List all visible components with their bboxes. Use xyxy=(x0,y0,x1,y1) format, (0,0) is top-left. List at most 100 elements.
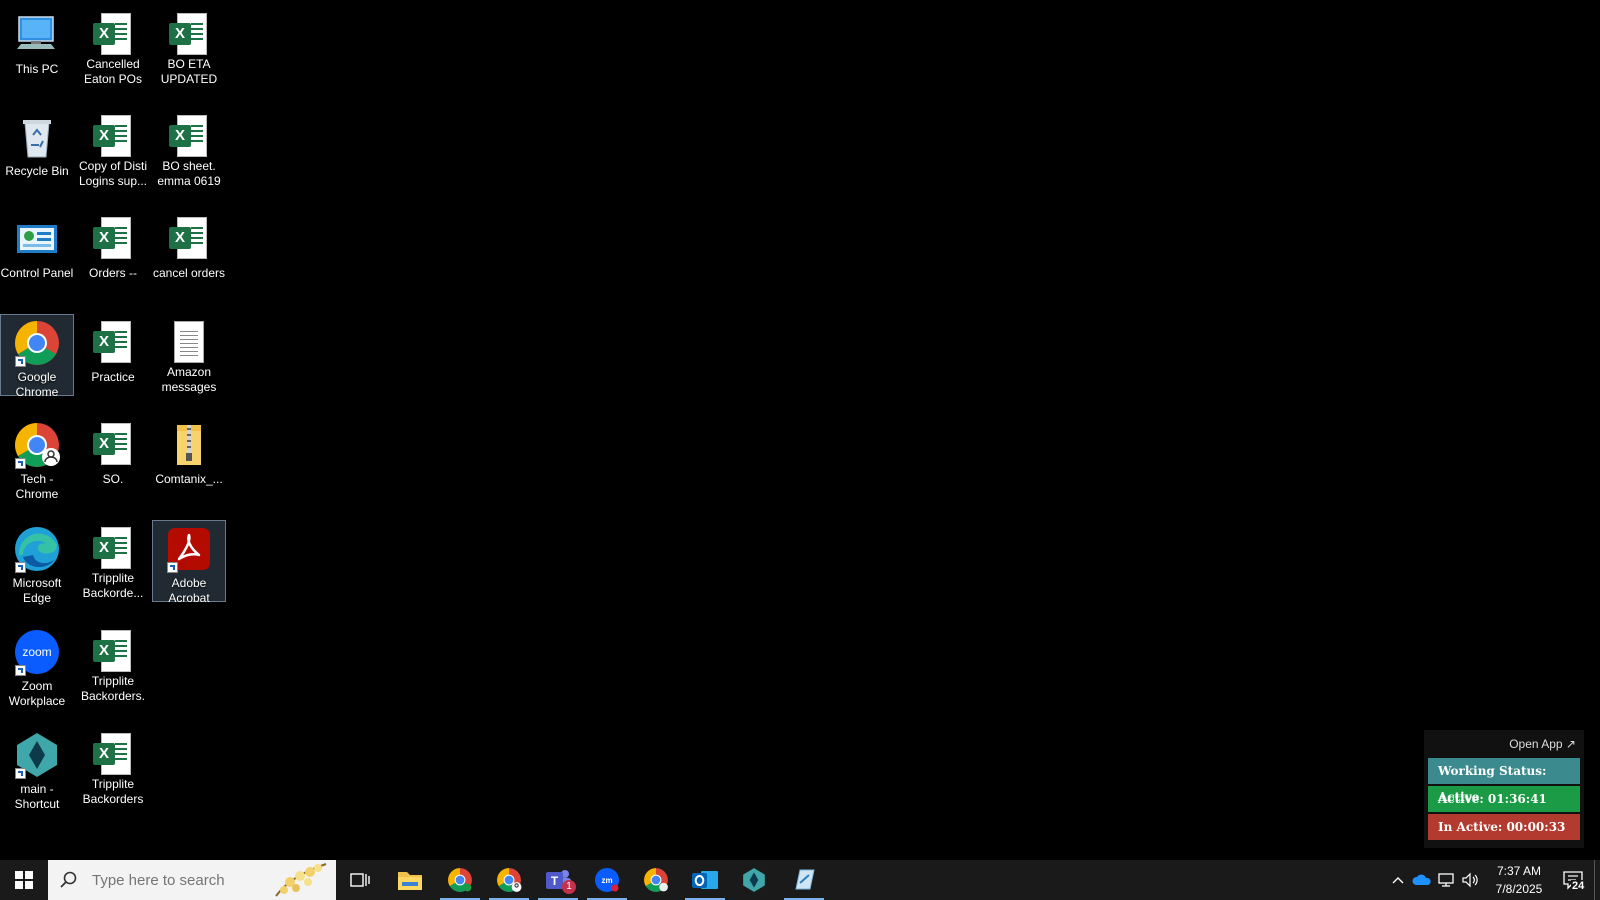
excel-file-icon: X xyxy=(89,215,137,263)
excel-file-icon: X xyxy=(89,525,137,569)
onedrive-icon xyxy=(1412,874,1431,885)
desktop-icon-orders[interactable]: X Orders -- xyxy=(76,210,150,292)
desktop-icon-label: Google Chrome xyxy=(15,370,59,399)
desktop-icon-comtanix[interactable]: Comtanix_... xyxy=(152,416,226,498)
desktop-icon-label: BO sheet. emma 0619 xyxy=(157,159,221,188)
desktop-icon-bo-eta-updated[interactable]: X BO ETA UPDATED xyxy=(152,6,226,88)
desktop-icon-label: Control Panel xyxy=(0,266,74,280)
shortcut-arrow-icon xyxy=(15,665,26,676)
excel-file-icon: X xyxy=(165,113,213,157)
desktop-icon-label: SO. xyxy=(102,472,124,486)
desktop-icon-recycle-bin[interactable]: Recycle Bin xyxy=(0,108,74,190)
desktop-icon-cancelled-eaton-pos[interactable]: X Cancelled Eaton POs xyxy=(76,6,150,88)
svg-text:T: T xyxy=(551,874,559,888)
volume-tray-button[interactable] xyxy=(1458,860,1482,900)
desktop-icon-tripplite-backorde[interactable]: X Tripplite Backorde... xyxy=(76,520,150,602)
taskbar-search-box[interactable] xyxy=(48,860,336,900)
start-button[interactable] xyxy=(0,860,48,900)
chrome-profile-icon xyxy=(13,421,61,469)
desktop-icon-label: Tech - Chrome xyxy=(15,472,59,501)
network-icon xyxy=(1438,873,1454,887)
chrome-profile-icon xyxy=(497,868,522,892)
taskbar-outlook[interactable] xyxy=(681,860,729,900)
desktop-icon-label: Adobe Acrobat xyxy=(168,576,210,605)
excel-file-icon: X xyxy=(89,628,137,672)
excel-file-icon: X xyxy=(89,319,137,367)
desktop-icon-label: Orders -- xyxy=(89,266,137,280)
taskbar-snipping-tool[interactable] xyxy=(780,860,828,900)
shortcut-arrow-icon xyxy=(167,562,178,573)
desktop-icon-this-pc[interactable]: This PC xyxy=(0,6,74,88)
desktop-icon-label: cancel orders xyxy=(152,266,226,280)
chrome-icon xyxy=(448,868,472,892)
excel-file-icon: X xyxy=(89,113,137,157)
computer-icon xyxy=(13,11,61,59)
show-desktop-button[interactable] xyxy=(1594,860,1600,900)
desktop-icon-tech-chrome[interactable]: Tech - Chrome xyxy=(0,416,74,501)
excel-file-icon: X xyxy=(89,11,137,55)
desktop-icon-bo-sheet-emma[interactable]: X BO sheet. emma 0619 xyxy=(152,108,226,190)
open-app-link[interactable]: Open App ↗ xyxy=(1428,734,1580,756)
desktop-icon-microsoft-edge[interactable]: Microsoft Edge xyxy=(0,520,74,605)
desktop-icon-label: This PC xyxy=(15,62,59,76)
desktop-icon-tripplite-backorders[interactable]: X Tripplite Backorders xyxy=(76,726,150,808)
notification-count-badge: 24 xyxy=(1571,880,1586,892)
desktop-icon-tripplite-backorders-dot[interactable]: X Tripplite Backorders. xyxy=(76,623,150,705)
desktop-icon-control-panel[interactable]: Control Panel xyxy=(0,210,74,292)
action-center-button[interactable]: 24 xyxy=(1556,860,1590,900)
desktop-icon-google-chrome[interactable]: Google Chrome xyxy=(0,314,74,399)
snipping-tool-icon xyxy=(795,869,815,890)
desktop-icon-cancel-orders[interactable]: X cancel orders xyxy=(152,210,226,292)
inactive-time-bar: In Active: 00:00:33 xyxy=(1428,814,1580,840)
working-status-bar: Working Status: Active xyxy=(1428,758,1580,804)
taskbar-main-app[interactable] xyxy=(730,860,778,900)
onedrive-tray-button[interactable] xyxy=(1410,860,1434,900)
svg-text:zoom: zoom xyxy=(22,645,51,659)
taskbar-file-explorer[interactable] xyxy=(386,860,434,900)
chrome-icon xyxy=(13,319,61,367)
taskbar-teams[interactable]: T 1 xyxy=(534,860,582,900)
desktop-icon-adobe-acrobat[interactable]: Adobe Acrobat xyxy=(152,520,226,605)
network-tray-button[interactable] xyxy=(1434,860,1458,900)
zoom-icon: zm xyxy=(595,868,619,892)
speaker-icon xyxy=(1462,872,1478,888)
file-explorer-icon xyxy=(398,872,422,890)
time-tracker-widget: Open App ↗ Working Status: Active Active… xyxy=(1424,730,1584,848)
svg-text:zm: zm xyxy=(601,876,612,885)
active-time-bar: Active: 01:36:41 xyxy=(1428,786,1580,812)
desktop-icon-amazon-messages[interactable]: Amazon messages xyxy=(152,314,226,396)
taskbar: T 1 zm 7:37 AM 7/8/2025 24 xyxy=(0,860,1600,900)
taskbar-chrome-alt[interactable] xyxy=(632,860,680,900)
text-file-icon xyxy=(165,319,213,363)
chrome-icon xyxy=(644,868,668,892)
excel-file-icon: X xyxy=(165,215,213,263)
search-icon xyxy=(60,871,77,888)
taskbar-chrome[interactable] xyxy=(436,860,484,900)
windows-icon xyxy=(15,871,33,889)
desktop-icon-label: Practice xyxy=(91,370,135,384)
clock-time: 7:37 AM xyxy=(1496,864,1542,878)
clock-date: 7/8/2025 xyxy=(1495,882,1543,896)
desktop-icon-label: Amazon messages xyxy=(161,365,217,394)
show-hidden-icons-button[interactable] xyxy=(1386,860,1410,900)
excel-file-icon: X xyxy=(89,421,137,469)
diamond-app-icon xyxy=(13,731,61,779)
shortcut-arrow-icon xyxy=(15,562,26,573)
shortcut-arrow-icon xyxy=(15,768,26,779)
taskbar-clock[interactable]: 7:37 AM 7/8/2025 xyxy=(1484,862,1554,898)
desktop-icon-practice[interactable]: X Practice xyxy=(76,314,150,396)
outlook-icon xyxy=(692,871,718,889)
desktop-icon-so[interactable]: X SO. xyxy=(76,416,150,498)
desktop-icon-main-shortcut[interactable]: main - Shortcut xyxy=(0,726,74,811)
task-view-button[interactable] xyxy=(336,860,384,900)
taskbar-chrome-profile[interactable] xyxy=(485,860,533,900)
desktop-icon-copy-of-disti-logins[interactable]: X Copy of Disti Logins sup... xyxy=(76,108,150,190)
zoom-icon: zoom xyxy=(13,628,61,676)
shortcut-arrow-icon xyxy=(15,458,26,469)
desktop-icon-zoom-workplace[interactable]: zoom Zoom Workplace xyxy=(0,623,74,708)
acrobat-icon xyxy=(165,525,213,573)
search-input[interactable] xyxy=(90,870,264,890)
shortcut-arrow-icon xyxy=(15,356,26,367)
taskbar-zoom[interactable]: zm xyxy=(583,860,631,900)
desktop-icon-label: Tripplite Backorde... xyxy=(82,571,144,600)
